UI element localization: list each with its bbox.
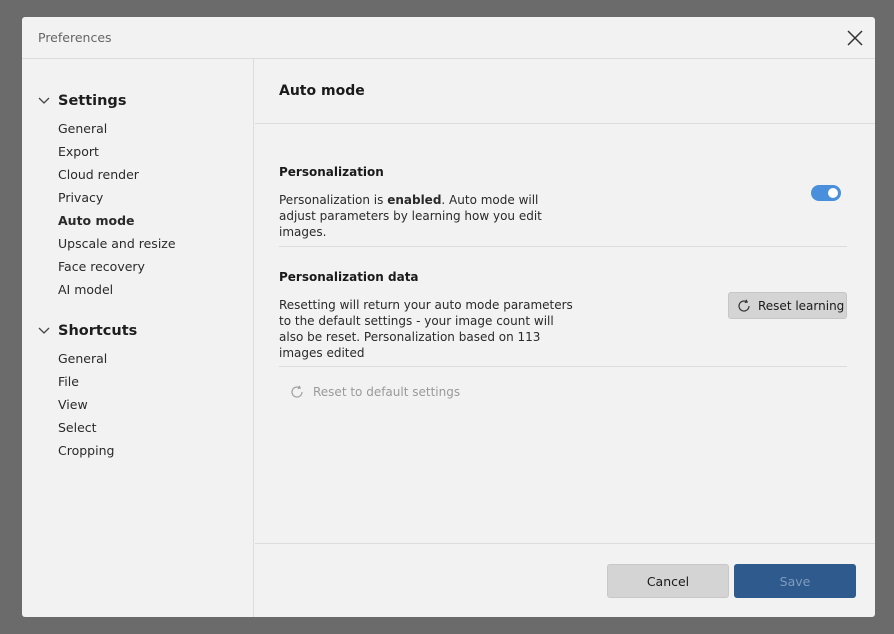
personalization-state: enabled: [387, 193, 442, 207]
sidebar-item-cropping[interactable]: Cropping: [58, 442, 114, 460]
sidebar: Settings General Export Cloud render Pri…: [22, 59, 254, 617]
divider: [279, 246, 847, 247]
refresh-icon: [291, 385, 303, 398]
footer: Cancel Save: [255, 543, 875, 617]
personalization-toggle[interactable]: [811, 185, 841, 201]
sidebar-item-privacy[interactable]: Privacy: [58, 189, 103, 207]
desc-prefix: Personalization is: [279, 193, 388, 207]
sidebar-item-view[interactable]: View: [58, 396, 88, 414]
sidebar-item-export[interactable]: Export: [58, 143, 99, 161]
sidebar-group-label: Shortcuts: [58, 323, 138, 339]
personalization-description: Personalization is enabled. Auto mode wi…: [279, 192, 579, 240]
personalization-title: Personalization: [279, 165, 384, 179]
sidebar-item-shortcuts-general[interactable]: General: [58, 350, 107, 368]
sidebar-item-cloud-render[interactable]: Cloud render: [58, 166, 139, 184]
personalization-data-title: Personalization data: [279, 270, 419, 284]
divider: [279, 366, 847, 367]
close-button[interactable]: [845, 28, 865, 48]
content-panel: Auto mode Personalization Personalizatio…: [255, 59, 875, 617]
sidebar-group-label: Settings: [58, 93, 127, 109]
window-title: Preferences: [38, 30, 112, 45]
content-header: Auto mode: [255, 59, 875, 124]
sidebar-item-auto-mode[interactable]: Auto mode: [58, 212, 135, 230]
toggle-knob: [828, 188, 838, 198]
personalization-data-description: Resetting will return your auto mode par…: [279, 298, 573, 360]
save-button[interactable]: Save: [734, 564, 856, 598]
sidebar-item-ai-model[interactable]: AI model: [58, 281, 113, 299]
chevron-down-icon: [38, 97, 50, 104]
sidebar-item-upscale-and-resize[interactable]: Upscale and resize: [58, 235, 176, 253]
chevron-down-icon: [38, 327, 50, 334]
cancel-button[interactable]: Cancel: [607, 564, 729, 598]
reset-learning-button[interactable]: Reset learning: [728, 292, 847, 319]
close-icon: [847, 30, 863, 46]
refresh-icon: [738, 299, 750, 312]
title-bar: Preferences: [22, 17, 875, 59]
reset-default-label: Reset to default settings: [313, 385, 461, 399]
sidebar-item-select[interactable]: Select: [58, 419, 97, 437]
page-title: Auto mode: [279, 83, 365, 99]
sidebar-item-face-recovery[interactable]: Face recovery: [58, 258, 145, 276]
reset-learning-label: Reset learning: [758, 299, 845, 313]
preferences-dialog: Preferences Settings General Export Clou…: [22, 17, 875, 617]
sidebar-item-file[interactable]: File: [58, 373, 79, 391]
sidebar-item-general[interactable]: General: [58, 120, 107, 138]
